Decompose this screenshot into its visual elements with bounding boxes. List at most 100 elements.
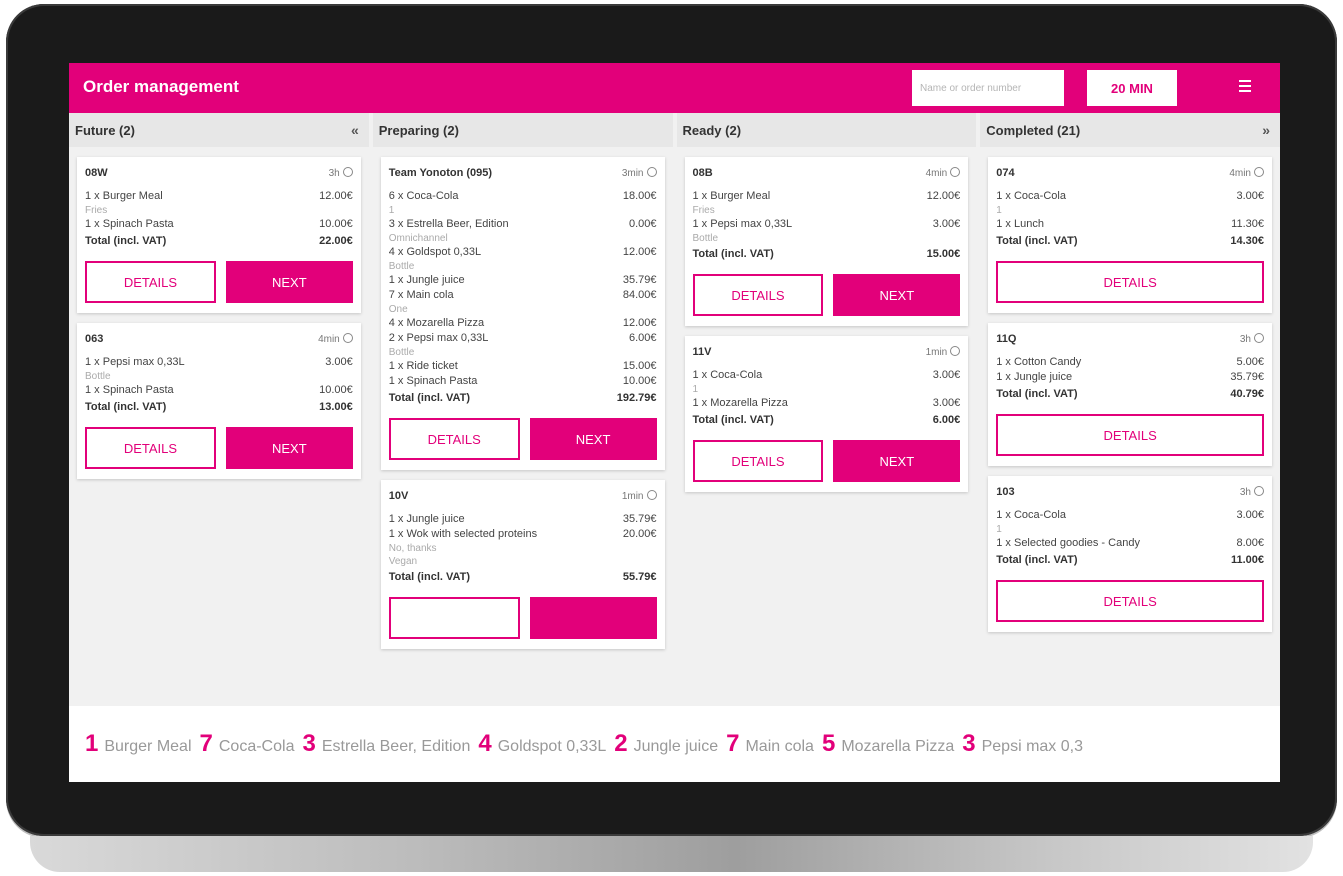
line-item: 6 x Coca-Cola [388, 190, 459, 202]
line-item: 2 x Pepsi max 0,33L [388, 332, 489, 344]
item-name: Coca-Cola [218, 738, 295, 755]
item-count: 1 [85, 730, 99, 757]
details-button[interactable]: DETAILS [692, 440, 824, 482]
hamburger-icon[interactable] [1239, 80, 1251, 92]
line-price: 12.00€ [319, 190, 353, 202]
ticker-item: 3 Estrella Beer, Edition [302, 730, 470, 758]
details-button[interactable] [388, 597, 520, 639]
details-button[interactable]: DETAILS [388, 418, 520, 460]
time-filter-button[interactable]: 20 MIN [1087, 70, 1177, 106]
next-button[interactable]: NEXT [833, 274, 961, 316]
ticker-item: 7 Main cola [726, 730, 814, 758]
line-item: 1 x Ride ticket [388, 360, 458, 372]
total-value: 6.00€ [932, 414, 961, 426]
card-header: Team Yonoton (095) 3min [389, 167, 657, 179]
order-id: 08W [85, 167, 108, 179]
line-price: 15.00€ [622, 360, 657, 372]
elapsed-time: 4min [925, 168, 948, 179]
line-price: 5.00€ [1236, 356, 1264, 368]
clock-icon [1254, 333, 1264, 343]
card-actions: DETAILS NEXT [388, 418, 657, 460]
card-header: 11V 1min [693, 346, 961, 358]
order-time: 3h [329, 167, 353, 179]
card-header: 08B 4min [693, 167, 961, 179]
collapse-icon[interactable]: « [351, 122, 359, 138]
card-actions: DETAILS NEXT [692, 274, 961, 316]
order-time: 3h [1240, 333, 1264, 345]
card-actions: DETAILS [996, 580, 1264, 622]
line-price: 12.00€ [926, 190, 961, 202]
order-total: Total (incl. VAT) 13.00€ [85, 400, 353, 415]
order-line: 1 x Pepsi max 0,33L 3.00€ [85, 355, 353, 370]
line-item: 1 x Jungle juice [388, 513, 465, 525]
order-line: 6 x Coca-Cola 18.00€ [389, 189, 657, 204]
details-button[interactable]: DETAILS [692, 274, 824, 316]
total-value: 55.79€ [622, 571, 657, 583]
item-name: Jungle juice [633, 738, 719, 755]
next-button[interactable]: NEXT [529, 418, 657, 460]
total-label: Total (incl. VAT) [996, 388, 1078, 400]
line-note: Fries [85, 205, 108, 216]
item-name: Goldspot 0,33L [497, 738, 607, 755]
order-search-input[interactable] [912, 70, 1064, 106]
order-line: 1 x Pepsi max 0,33L 3.00€ [693, 217, 961, 232]
order-total: Total (incl. VAT) 55.79€ [389, 570, 657, 585]
line-price: 3.00€ [1236, 190, 1264, 202]
line-price: 3.00€ [1236, 509, 1264, 521]
order-line: 1 x Lunch 11.30€ [996, 217, 1264, 232]
order-time: 1min [622, 490, 657, 502]
card-header: 11Q 3h [996, 333, 1264, 345]
line-note: Bottle [85, 371, 111, 382]
line-item: 1 x Mozarella Pizza [692, 397, 788, 409]
item-count: 7 [726, 730, 740, 757]
order-line: 1 x Burger Meal 12.00€ [693, 189, 961, 204]
elapsed-time: 1min [621, 491, 644, 502]
order-id: 063 [85, 333, 104, 345]
elapsed-time: 3min [621, 168, 644, 179]
line-item: 1 x Wok with selected proteins [388, 528, 538, 540]
order-id: 10V [388, 490, 409, 502]
ticker-item: 2 Jungle juice [614, 730, 718, 758]
order-line: 7 x Main cola 84.00€ [389, 288, 657, 303]
details-button[interactable]: DETAILS [996, 580, 1264, 622]
details-button[interactable]: DETAILS [996, 414, 1264, 456]
order-total: Total (incl. VAT) 14.30€ [996, 234, 1264, 249]
next-button[interactable]: NEXT [833, 440, 961, 482]
elapsed-time: 4min [318, 334, 340, 345]
order-line: 1 x Coca-Cola 3.00€ [996, 508, 1264, 523]
collapse-icon[interactable]: » [1262, 122, 1270, 138]
column-header: Preparing (2) [372, 113, 673, 147]
order-line: 1 x Spinach Pasta 10.00€ [389, 374, 657, 389]
item-count: 7 [199, 730, 213, 757]
next-button[interactable] [529, 597, 657, 639]
line-item: 1 x Jungle juice [388, 274, 465, 286]
next-button[interactable]: NEXT [225, 261, 353, 303]
next-button[interactable]: NEXT [225, 427, 353, 469]
line-note: Vegan [388, 556, 418, 567]
order-total: Total (incl. VAT) 22.00€ [85, 234, 353, 249]
column-title: Future (2) [75, 122, 135, 138]
item-count: 5 [821, 730, 836, 757]
order-time: 4min [1229, 167, 1264, 179]
total-label: Total (incl. VAT) [996, 554, 1078, 566]
clock-icon [950, 167, 961, 177]
order-columns: Future (2) « 08W 3h 1 x Burger Meal 12.00€ Fri… [69, 113, 1280, 706]
order-card: 103 3h 1 x Coca-Cola 3.00€ 1 1 x Selected goo… [988, 476, 1272, 632]
line-note: 1 [996, 524, 1002, 535]
details-button[interactable]: DETAILS [996, 261, 1264, 303]
order-line: 4 x Mozarella Pizza 12.00€ [389, 316, 657, 331]
ticker-item: 7 Coca-Cola [200, 730, 295, 758]
order-card: 08B 4min 1 x Burger Meal 12.00€ Fries 1 x Pep… [684, 157, 969, 326]
line-item: 1 x Selected goodies - Candy [996, 537, 1140, 549]
line-item: 7 x Main cola [388, 289, 454, 301]
details-button[interactable]: DETAILS [85, 261, 216, 303]
total-value: 15.00€ [926, 248, 961, 260]
ticker-item: 3 Pepsi max 0,3 [962, 730, 1083, 758]
order-id: 11Q [996, 333, 1017, 345]
details-button[interactable]: DETAILS [85, 427, 216, 469]
column-title: Ready (2) [682, 122, 742, 138]
total-label: Total (incl. VAT) [85, 235, 167, 247]
order-line: 1 x Jungle juice 35.79€ [389, 273, 657, 288]
line-note: No, thanks [388, 543, 437, 554]
order-time: 4min [926, 167, 961, 179]
